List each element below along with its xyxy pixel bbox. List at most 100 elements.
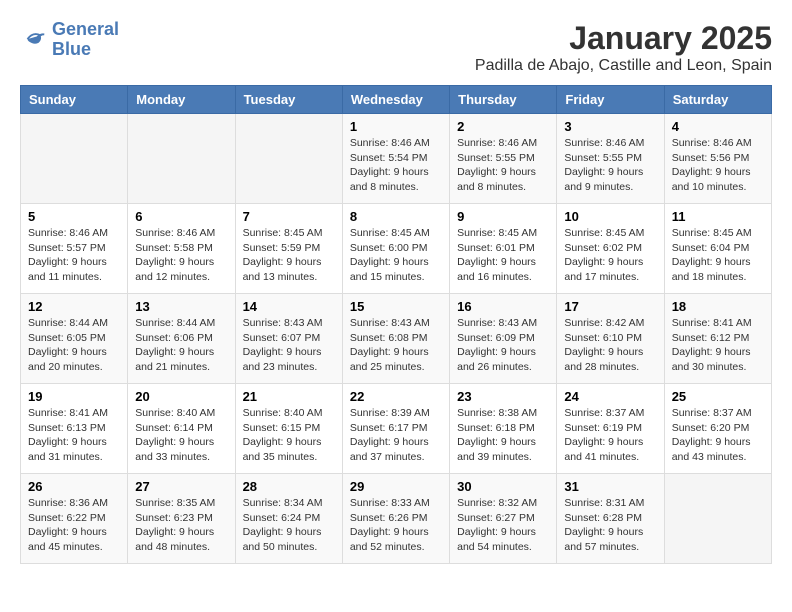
table-row: 7 Sunrise: 8:45 AMSunset: 5:59 PMDaylight… xyxy=(235,204,342,294)
day-number: 10 xyxy=(564,209,656,224)
day-number: 30 xyxy=(457,479,549,494)
day-number: 21 xyxy=(243,389,335,404)
day-info: Sunrise: 8:44 AMSunset: 6:05 PMDaylight:… xyxy=(28,316,120,375)
day-number: 31 xyxy=(564,479,656,494)
calendar-week-row: 19Sunrise: 8:41 AMSunset: 6:13 PMDayligh… xyxy=(21,384,772,474)
day-number: 9 xyxy=(457,209,549,224)
day-number: 15 xyxy=(350,299,442,314)
title-section: January 2025 Padilla de Abajo, Castille … xyxy=(475,20,772,75)
calendar-week-row: 1 Sunrise: 8:46 AMSunset: 5:54 PMDaylight… xyxy=(21,114,772,204)
col-thursday: Thursday xyxy=(450,86,557,114)
day-number: 25 xyxy=(672,389,764,404)
day-info: Sunrise: 8:40 AMSunset: 6:15 PMDaylight:… xyxy=(243,406,335,465)
calendar-week-row: 12 Sunrise: 8:44 AMSunset: 6:05 PMDayligh… xyxy=(21,294,772,384)
day-info: Sunrise: 8:33 AMSunset: 6:26 PMDaylight:… xyxy=(350,496,442,555)
table-row: 9 Sunrise: 8:45 AMSunset: 6:01 PMDaylight… xyxy=(450,204,557,294)
day-info: Sunrise: 8:37 AMSunset: 6:19 PMDaylight:… xyxy=(564,406,656,465)
day-info: Sunrise: 8:46 AMSunset: 5:57 PMDaylight:… xyxy=(28,226,120,285)
table-row: 21 Sunrise: 8:40 AMSunset: 6:15 PMDayligh… xyxy=(235,384,342,474)
day-number: 7 xyxy=(243,209,335,224)
col-saturday: Saturday xyxy=(664,86,771,114)
day-info: Sunrise: 8:34 AMSunset: 6:24 PMDaylight:… xyxy=(243,496,335,555)
day-info: Sunrise: 8:42 AMSunset: 6:10 PMDaylight:… xyxy=(564,316,656,375)
table-row: 15 Sunrise: 8:43 AMSunset: 6:08 PMDayligh… xyxy=(342,294,449,384)
day-number: 22 xyxy=(350,389,442,404)
table-row: 8 Sunrise: 8:45 AMSunset: 6:00 PMDaylight… xyxy=(342,204,449,294)
table-row: 23 Sunrise: 8:38 AMSunset: 6:18 PMDayligh… xyxy=(450,384,557,474)
day-info: Sunrise: 8:46 AMSunset: 5:54 PMDaylight:… xyxy=(350,136,442,195)
table-row xyxy=(128,114,235,204)
day-info: Sunrise: 8:45 AMSunset: 6:00 PMDaylight:… xyxy=(350,226,442,285)
day-info: Sunrise: 8:46 AMSunset: 5:56 PMDaylight:… xyxy=(672,136,764,195)
day-number: 17 xyxy=(564,299,656,314)
day-number: 18 xyxy=(672,299,764,314)
table-row: 25 Sunrise: 8:37 AMSunset: 6:20 PMDayligh… xyxy=(664,384,771,474)
table-row: 6Sunrise: 8:46 AMSunset: 5:58 PMDaylight… xyxy=(128,204,235,294)
table-row: 20 Sunrise: 8:40 AMSunset: 6:14 PMDayligh… xyxy=(128,384,235,474)
header: General Blue January 2025 Padilla de Aba… xyxy=(20,20,772,75)
day-number: 13 xyxy=(135,299,227,314)
day-number: 24 xyxy=(564,389,656,404)
day-info: Sunrise: 8:43 AMSunset: 6:07 PMDaylight:… xyxy=(243,316,335,375)
day-number: 27 xyxy=(135,479,227,494)
day-info: Sunrise: 8:45 AMSunset: 6:02 PMDaylight:… xyxy=(564,226,656,285)
table-row: 27 Sunrise: 8:35 AMSunset: 6:23 PMDayligh… xyxy=(128,474,235,564)
table-row xyxy=(21,114,128,204)
col-sunday: Sunday xyxy=(21,86,128,114)
table-row: 14 Sunrise: 8:43 AMSunset: 6:07 PMDayligh… xyxy=(235,294,342,384)
day-number: 5 xyxy=(28,209,120,224)
table-row: 24 Sunrise: 8:37 AMSunset: 6:19 PMDayligh… xyxy=(557,384,664,474)
day-number: 29 xyxy=(350,479,442,494)
day-info: Sunrise: 8:44 AMSunset: 6:06 PMDaylight:… xyxy=(135,316,227,375)
day-info: Sunrise: 8:45 AMSunset: 5:59 PMDaylight:… xyxy=(243,226,335,285)
calendar-week-row: 26 Sunrise: 8:36 AMSunset: 6:22 PMDayligh… xyxy=(21,474,772,564)
logo-icon xyxy=(20,26,48,54)
table-row: 3 Sunrise: 8:46 AMSunset: 5:55 PMDaylight… xyxy=(557,114,664,204)
table-row: 26 Sunrise: 8:36 AMSunset: 6:22 PMDayligh… xyxy=(21,474,128,564)
day-number: 8 xyxy=(350,209,442,224)
day-number: 16 xyxy=(457,299,549,314)
table-row: 19Sunrise: 8:41 AMSunset: 6:13 PMDayligh… xyxy=(21,384,128,474)
table-row: 1 Sunrise: 8:46 AMSunset: 5:54 PMDaylight… xyxy=(342,114,449,204)
day-info: Sunrise: 8:46 AMSunset: 5:55 PMDaylight:… xyxy=(564,136,656,195)
day-info: Sunrise: 8:43 AMSunset: 6:08 PMDaylight:… xyxy=(350,316,442,375)
col-friday: Friday xyxy=(557,86,664,114)
day-number: 11 xyxy=(672,209,764,224)
table-row: 31 Sunrise: 8:31 AMSunset: 6:28 PMDayligh… xyxy=(557,474,664,564)
table-row: 2 Sunrise: 8:46 AMSunset: 5:55 PMDaylight… xyxy=(450,114,557,204)
day-info: Sunrise: 8:36 AMSunset: 6:22 PMDaylight:… xyxy=(28,496,120,555)
day-info: Sunrise: 8:46 AMSunset: 5:55 PMDaylight:… xyxy=(457,136,549,195)
table-row: 13 Sunrise: 8:44 AMSunset: 6:06 PMDayligh… xyxy=(128,294,235,384)
day-info: Sunrise: 8:41 AMSunset: 6:12 PMDaylight:… xyxy=(672,316,764,375)
day-info: Sunrise: 8:39 AMSunset: 6:17 PMDaylight:… xyxy=(350,406,442,465)
table-row: 4Sunrise: 8:46 AMSunset: 5:56 PMDaylight… xyxy=(664,114,771,204)
day-info: Sunrise: 8:45 AMSunset: 6:04 PMDaylight:… xyxy=(672,226,764,285)
day-number: 14 xyxy=(243,299,335,314)
day-info: Sunrise: 8:40 AMSunset: 6:14 PMDaylight:… xyxy=(135,406,227,465)
day-number: 23 xyxy=(457,389,549,404)
day-info: Sunrise: 8:37 AMSunset: 6:20 PMDaylight:… xyxy=(672,406,764,465)
day-info: Sunrise: 8:38 AMSunset: 6:18 PMDaylight:… xyxy=(457,406,549,465)
table-row: 17 Sunrise: 8:42 AMSunset: 6:10 PMDayligh… xyxy=(557,294,664,384)
day-number: 12 xyxy=(28,299,120,314)
table-row: 12 Sunrise: 8:44 AMSunset: 6:05 PMDayligh… xyxy=(21,294,128,384)
calendar-subtitle: Padilla de Abajo, Castille and Leon, Spa… xyxy=(475,57,772,75)
table-row: 10 Sunrise: 8:45 AMSunset: 6:02 PMDayligh… xyxy=(557,204,664,294)
table-row: 11 Sunrise: 8:45 AMSunset: 6:04 PMDayligh… xyxy=(664,204,771,294)
day-info: Sunrise: 8:31 AMSunset: 6:28 PMDaylight:… xyxy=(564,496,656,555)
table-row: 30Sunrise: 8:32 AMSunset: 6:27 PMDayligh… xyxy=(450,474,557,564)
logo-text: General Blue xyxy=(52,20,119,60)
day-number: 1 xyxy=(350,119,442,134)
day-number: 26 xyxy=(28,479,120,494)
calendar-week-row: 5 Sunrise: 8:46 AMSunset: 5:57 PMDaylight… xyxy=(21,204,772,294)
day-number: 20 xyxy=(135,389,227,404)
day-number: 2 xyxy=(457,119,549,134)
day-number: 6 xyxy=(135,209,227,224)
day-number: 3 xyxy=(564,119,656,134)
table-row: 22 Sunrise: 8:39 AMSunset: 6:17 PMDayligh… xyxy=(342,384,449,474)
day-info: Sunrise: 8:45 AMSunset: 6:01 PMDaylight:… xyxy=(457,226,549,285)
day-info: Sunrise: 8:35 AMSunset: 6:23 PMDaylight:… xyxy=(135,496,227,555)
table-row: 29 Sunrise: 8:33 AMSunset: 6:26 PMDayligh… xyxy=(342,474,449,564)
table-row: 16 Sunrise: 8:43 AMSunset: 6:09 PMDayligh… xyxy=(450,294,557,384)
day-info: Sunrise: 8:43 AMSunset: 6:09 PMDaylight:… xyxy=(457,316,549,375)
